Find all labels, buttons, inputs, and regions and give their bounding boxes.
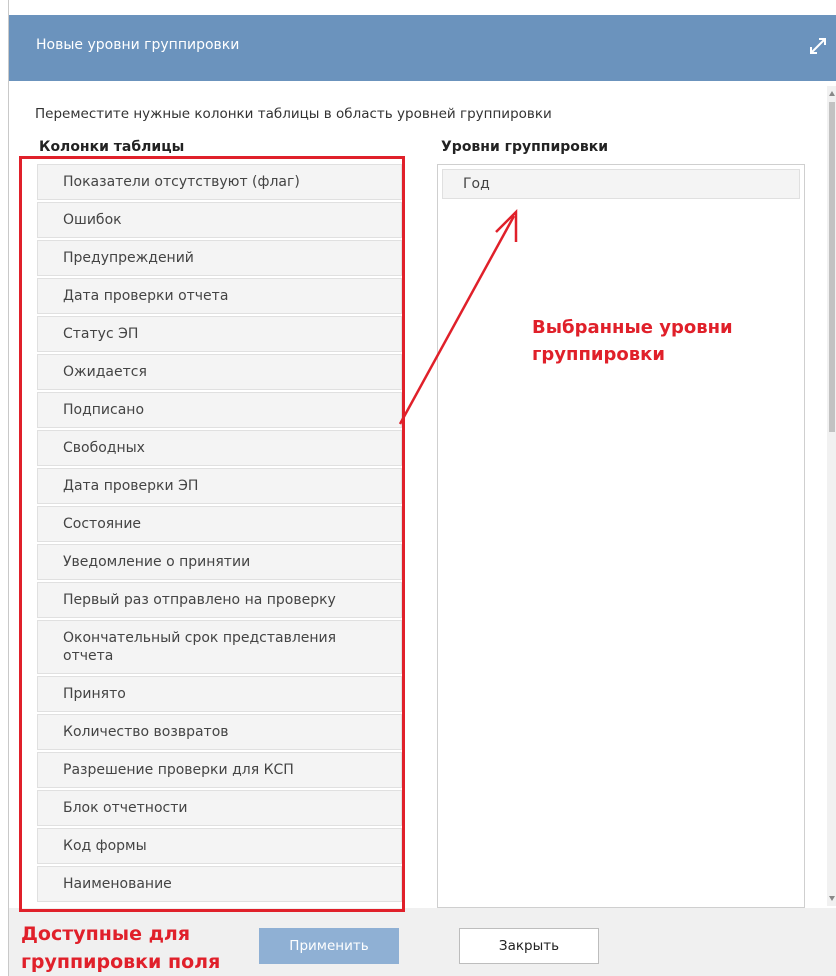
available-fields-highlight-frame (19, 156, 405, 912)
dialog-title: Новые уровни группировки (36, 37, 240, 53)
apply-button[interactable]: Применить (259, 928, 399, 964)
selected-levels-annotation-line1: Выбранные уровни (532, 317, 733, 338)
close-button[interactable]: Закрыть (459, 928, 599, 964)
grouping-levels-panel[interactable]: Год (437, 164, 805, 908)
grouping-levels-header: Уровни группировки (441, 139, 609, 155)
scroll-thumb[interactable] (829, 102, 835, 432)
available-fields-annotation-line1: Доступные для (21, 923, 191, 945)
scrollbar[interactable] (827, 86, 836, 906)
grouping-level-item[interactable]: Год (442, 169, 800, 199)
available-fields-annotation-line2: группировки поля (21, 951, 221, 973)
selected-levels-annotation-line2: группировки (532, 344, 665, 365)
table-columns-header: Колонки таблицы (39, 139, 185, 155)
selected-levels-annotation: Выбранные уровни группировки (532, 314, 733, 368)
scroll-up-arrow-icon[interactable] (829, 91, 835, 96)
instruction-text: Переместите нужные колонки таблицы в обл… (35, 106, 552, 122)
expand-icon[interactable] (809, 37, 827, 55)
available-fields-annotation: Доступные для группировки поля (21, 920, 221, 976)
dialog-title-bar: Новые уровни группировки (9, 15, 836, 81)
scroll-down-arrow-icon[interactable] (829, 896, 835, 901)
